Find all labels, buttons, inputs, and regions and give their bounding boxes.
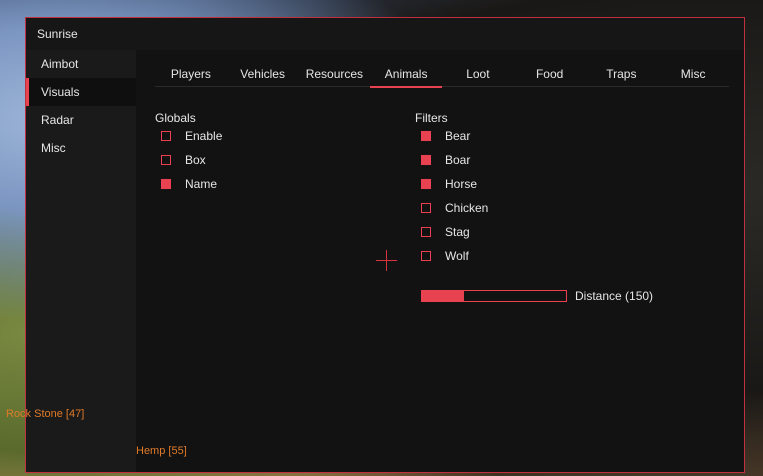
tab-loot[interactable]: Loot (442, 64, 514, 86)
esp-label-rock-stone: Rock Stone [47] (6, 408, 85, 420)
sidebar-item-visuals[interactable]: Visuals (26, 78, 136, 106)
checkbox-label: Name (185, 177, 218, 191)
filter-horse-checkbox[interactable]: Horse (421, 176, 477, 192)
sidebar-item-aimbot[interactable]: Aimbot (26, 50, 136, 78)
checkbox-box (421, 179, 431, 189)
globals-box-checkbox[interactable]: Box (161, 152, 206, 168)
crosshair-icon (376, 250, 397, 271)
checkbox-box (161, 131, 171, 141)
tab-traps[interactable]: Traps (586, 64, 658, 86)
checkbox-box (161, 179, 171, 189)
distance-label: Distance (150) (575, 289, 654, 303)
checkbox-label: Stag (445, 225, 470, 239)
tab-food[interactable]: Food (514, 64, 586, 86)
window-title: Sunrise (37, 27, 78, 41)
checkbox-box (161, 155, 171, 165)
visuals-panel: Players Vehicles Resources Animals Loot … (136, 50, 744, 472)
checkbox-label: Horse (445, 177, 478, 191)
checkbox-label: Enable (185, 129, 223, 143)
tab-resources[interactable]: Resources (299, 64, 371, 86)
tab-players[interactable]: Players (155, 64, 227, 86)
checkbox-label: Wolf (445, 249, 469, 263)
sidebar-item-misc[interactable]: Misc (26, 134, 136, 162)
esp-label-hemp: Hemp [55] (136, 445, 187, 457)
filters-title: Filters (415, 111, 448, 125)
checkbox-box (421, 203, 431, 213)
category-tabs: Players Vehicles Resources Animals Loot … (155, 64, 729, 88)
tab-misc[interactable]: Misc (657, 64, 729, 86)
filter-chicken-checkbox[interactable]: Chicken (421, 200, 488, 216)
checkbox-label: Boar (445, 153, 471, 167)
checkbox-label: Box (185, 153, 206, 167)
checkbox-box (421, 131, 431, 141)
globals-enable-checkbox[interactable]: Enable (161, 128, 222, 144)
tab-animals[interactable]: Animals (370, 64, 442, 88)
globals-name-checkbox[interactable]: Name (161, 176, 217, 192)
checkbox-box (421, 227, 431, 237)
filter-boar-checkbox[interactable]: Boar (421, 152, 470, 168)
checkbox-label: Bear (445, 129, 471, 143)
menu-window: Sunrise Aimbot Visuals Radar Misc Player… (25, 17, 745, 473)
checkbox-label: Chicken (445, 201, 489, 215)
filter-stag-checkbox[interactable]: Stag (421, 224, 470, 240)
globals-title: Globals (155, 111, 196, 125)
checkbox-box (421, 251, 431, 261)
distance-slider-fill (422, 291, 464, 301)
tab-vehicles[interactable]: Vehicles (227, 64, 299, 86)
sidebar-item-radar[interactable]: Radar (26, 106, 136, 134)
filter-bear-checkbox[interactable]: Bear (421, 128, 470, 144)
distance-slider[interactable] (421, 290, 567, 302)
checkbox-box (421, 155, 431, 165)
filter-wolf-checkbox[interactable]: Wolf (421, 248, 469, 264)
